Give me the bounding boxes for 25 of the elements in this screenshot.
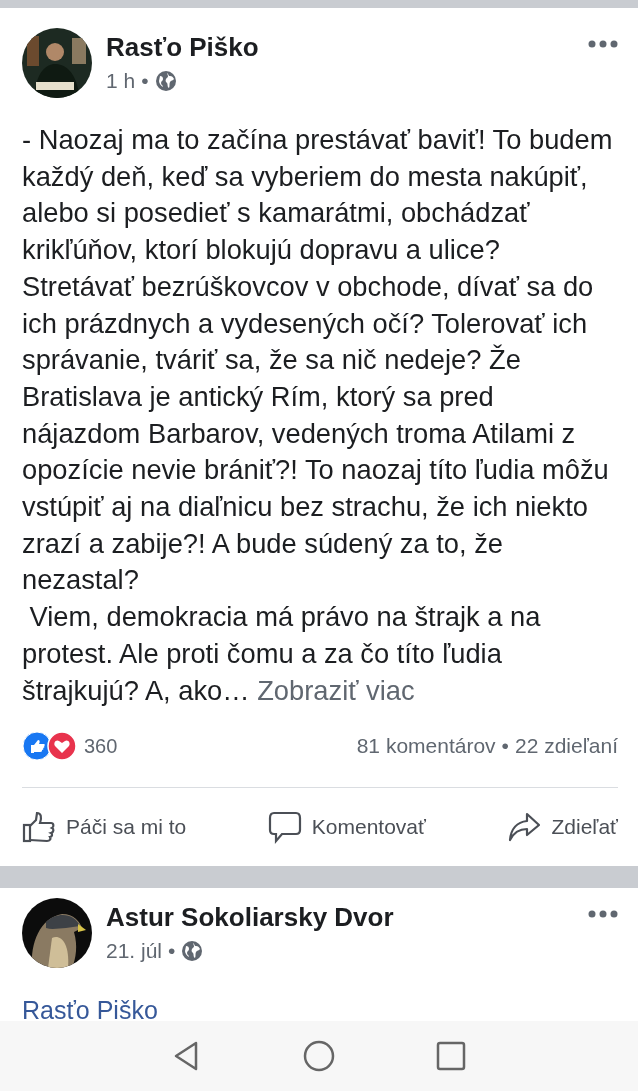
share-count[interactable]: 22 zdieľaní	[514, 734, 618, 759]
post-action-button[interactable]: Páči sa mi to	[22, 810, 187, 845]
speech-bubble-icon	[267, 810, 302, 845]
profile-link[interactable]: Rasťo Piško	[22, 996, 158, 1025]
globe-icon	[154, 70, 177, 92]
dot-separator: •	[501, 734, 509, 759]
recent-apps-icon[interactable]	[434, 1039, 468, 1073]
author-name[interactable]: Rasťo Piško	[106, 32, 574, 63]
post-time: 21. júl	[106, 939, 163, 964]
more-options-icon[interactable]	[588, 40, 618, 48]
author-name[interactable]: Astur Sokoliarsky Dvor	[106, 902, 574, 934]
dot-separator: •	[141, 69, 149, 93]
more-options-icon[interactable]	[588, 910, 618, 919]
reaction-count[interactable]: 360	[84, 734, 118, 758]
post-action-button[interactable]: Komentovať	[267, 810, 426, 845]
post-time: 1 h	[106, 69, 136, 93]
comment-count[interactable]: 81 komentárov	[356, 734, 496, 759]
post-action-button[interactable]: Zdieľať	[507, 810, 618, 845]
reaction-icons	[22, 731, 78, 762]
globe-icon	[181, 940, 204, 963]
post-text: - Naozaj ma to začína prestávať baviť! To budem každý deň, keď sa vyberiem do mesta nakúpiť, alebo si posedieť s kamarátmi, obchádzať krikľúňov, ktorí blokujú dopravu a ulice? Stretávať bezrúškovcov v obchode, dívať sa do ich prázdnych a vydesených očí? Tolerovať ich správanie, tváriť sa, že sa nič nedeje? Že Bratislava je antický Rím, ktorý sa pred nájazdom Barbarov, vedených troma Atilami z opozície nevie brániť?! To naozaj títo ľudia môžu vstúpiť aj na diaľnicu bez strachu, že ich niekto zrazí a zabije?! A bude súdený za to, že nezastal? Viem, demokracia má právo na štrajk a na protest. Ale proti čomu a za čo títo ľudia štrajkujú? A, ako… Zobraziť viac	[22, 123, 614, 708]
see-more-link[interactable]: Zobraziť viac	[257, 674, 415, 706]
thumbs-up-icon	[22, 810, 56, 845]
home-icon[interactable]	[302, 1039, 336, 1073]
dot-separator: •	[168, 939, 176, 964]
